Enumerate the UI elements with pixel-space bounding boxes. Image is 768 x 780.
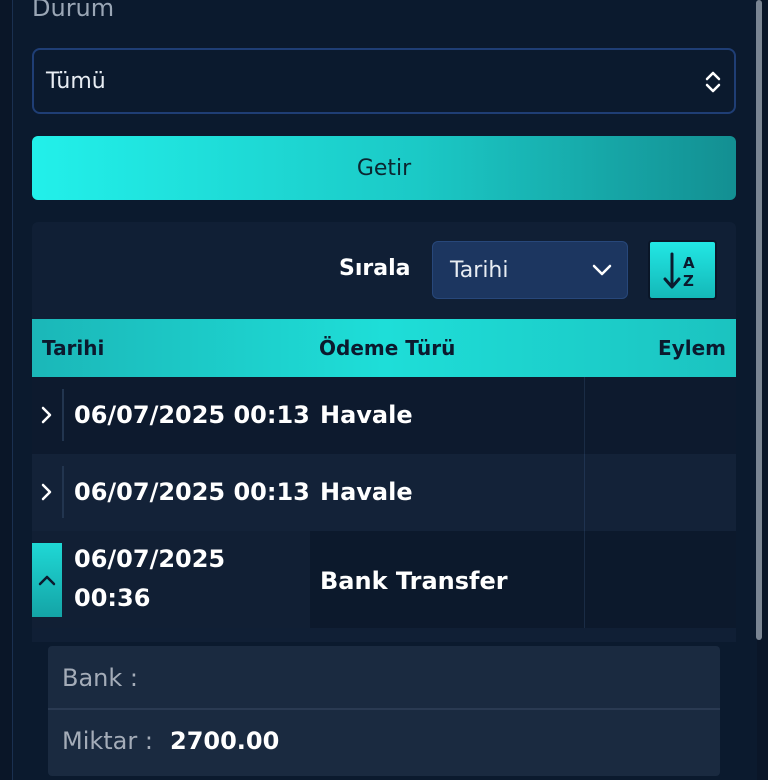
divider	[62, 466, 64, 518]
date-cell: 06/07/2025 00:36	[32, 531, 310, 628]
row-date-line2: 00:36	[74, 584, 151, 612]
action-cell	[584, 531, 736, 628]
row-date: 06/07/2025 00:13	[74, 478, 310, 506]
bank-label: Bank :	[62, 664, 138, 692]
column-header-action: Eylem	[658, 336, 726, 360]
divider	[62, 389, 64, 441]
row-payment-type: Bank Transfer	[320, 567, 508, 595]
column-header-date[interactable]: Tarihi	[42, 336, 104, 360]
row-date-line1: 06/07/2025	[74, 545, 226, 573]
table-row: 06/07/2025 00:13 Havale	[32, 454, 736, 531]
payment-type-cell: Havale	[310, 377, 584, 454]
expand-row-button[interactable]	[32, 385, 62, 445]
sort-field-select[interactable]: Tarihi	[432, 241, 628, 299]
chevron-right-icon	[41, 406, 52, 424]
row-date: 06/07/2025 00:13	[74, 401, 310, 429]
chevron-up-down-icon	[705, 71, 721, 93]
chevron-up-icon	[38, 575, 56, 586]
row-payment-type: Havale	[320, 478, 413, 506]
action-cell	[584, 454, 736, 531]
sort-order-button[interactable]: A Z	[648, 240, 717, 300]
table-row: 06/07/2025 00:36 Bank Transfer	[32, 531, 736, 628]
column-header-payment-type[interactable]: Ödeme Türü	[319, 336, 455, 360]
table-header: Tarihi Ödeme Türü Eylem	[32, 319, 736, 377]
row-detail-card	[48, 646, 720, 776]
status-select-value: Tümü	[46, 68, 106, 94]
payment-type-cell: Bank Transfer	[310, 531, 584, 628]
sort-label: Sırala	[339, 256, 411, 281]
date-cell: 06/07/2025 00:13	[32, 454, 310, 531]
table-row: 06/07/2025 00:13 Havale	[32, 377, 736, 454]
svg-text:Z: Z	[683, 272, 694, 290]
svg-text:A: A	[683, 254, 695, 272]
collapse-row-button[interactable]	[32, 543, 62, 617]
chevron-down-icon	[592, 264, 612, 276]
action-cell	[584, 377, 736, 454]
status-select[interactable]: Tümü	[32, 48, 736, 114]
date-cell: 06/07/2025 00:13	[32, 377, 310, 454]
amount-value: 2700.00	[170, 727, 280, 755]
payment-type-cell: Havale	[310, 454, 584, 531]
chevron-right-icon	[41, 483, 52, 501]
sort-field-value: Tarihi	[450, 257, 509, 283]
status-label: Durum	[32, 0, 115, 22]
expand-row-button[interactable]	[32, 462, 62, 522]
amount-label: Miktar :	[62, 727, 153, 755]
fetch-button[interactable]: Getir	[32, 136, 736, 200]
detail-divider	[48, 708, 720, 710]
row-payment-type: Havale	[320, 401, 413, 429]
sort-a-z-icon: A Z	[663, 252, 695, 290]
scrollbar[interactable]	[756, 0, 762, 640]
